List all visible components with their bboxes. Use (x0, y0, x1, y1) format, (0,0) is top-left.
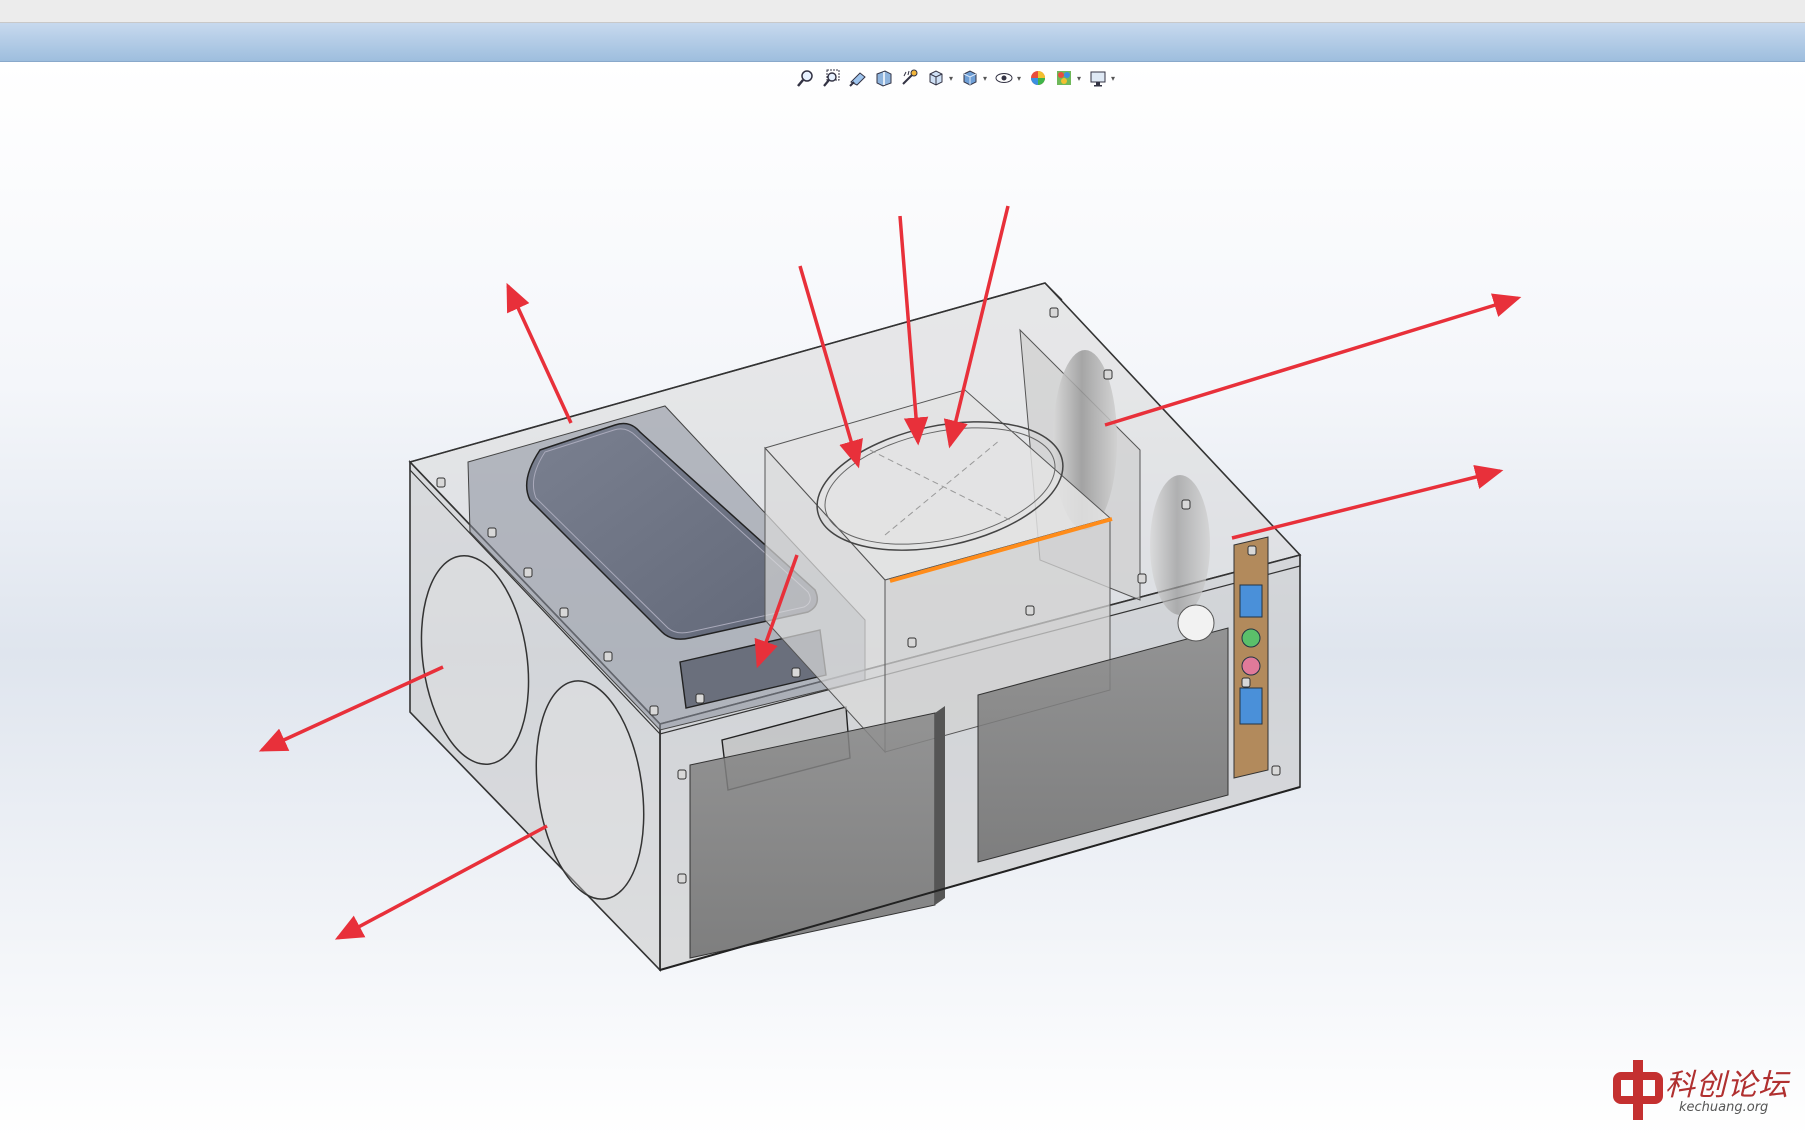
arrow-exhaust-top-left (506, 282, 573, 424)
arrow-exhaust-rear-2 (1231, 465, 1504, 540)
kechuang-watermark: 科创论坛 kechuang.org (1613, 1056, 1788, 1126)
enclosure-3d-model[interactable] (0, 0, 1805, 1138)
arrow-side-fan-2 (334, 824, 548, 940)
watermark-chinese: 科创论坛 (1665, 1068, 1789, 1103)
kechuang-logo-icon (1613, 1060, 1663, 1120)
watermark-english: kechuang.org (1679, 1100, 1769, 1115)
arrow-exhaust-rear-1 (1104, 293, 1522, 427)
